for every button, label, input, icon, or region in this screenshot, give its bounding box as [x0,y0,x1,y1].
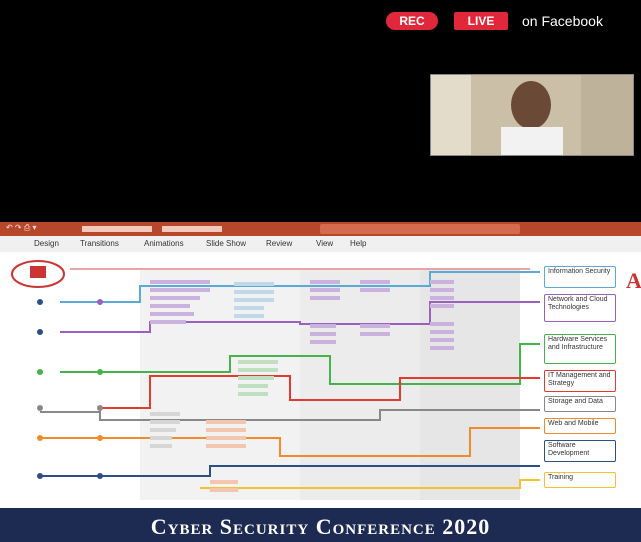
tab-transitions[interactable]: Transitions [80,239,119,248]
category-software-dev: Software Development [544,440,616,462]
tab-help[interactable]: Help [350,239,366,248]
live-badge: LIVE [454,12,508,30]
category-it-management: IT Management and Strategy [544,370,616,392]
category-web-mobile: Web and Mobile [544,418,616,434]
quick-access-toolbar[interactable]: ↶ ↷ ⎙ ▾ [6,223,37,233]
category-information-security: Information Security [544,266,616,288]
tab-design[interactable]: Design [34,239,59,248]
slide-canvas: A Information Security Network and Cloud… [0,252,641,508]
category-hardware: Hardware Services and Infrastructure [544,334,616,364]
ribbon-tabs: Design Transitions Animations Slide Show… [0,236,641,253]
presenter-video-frame [431,75,633,155]
rec-badge: REC [386,12,438,30]
platform-label: on Facebook [522,13,603,29]
tab-review[interactable]: Review [266,239,292,248]
category-network-cloud: Network and Cloud Technologies [544,294,616,322]
conference-title: Cyber Security Conference 2020 [150,514,491,539]
svg-text:A: A [626,268,641,293]
tab-slide-show[interactable]: Slide Show [206,239,246,248]
tab-animations[interactable]: Animations [144,239,184,248]
app-titlebar: ↶ ↷ ⎙ ▾ [0,222,641,236]
file-title [82,226,222,232]
search-box[interactable] [320,224,520,234]
webcam-video [430,74,634,156]
category-training: Training [544,472,616,488]
tab-view[interactable]: View [316,239,333,248]
category-storage-data: Storage and Data [544,396,616,412]
